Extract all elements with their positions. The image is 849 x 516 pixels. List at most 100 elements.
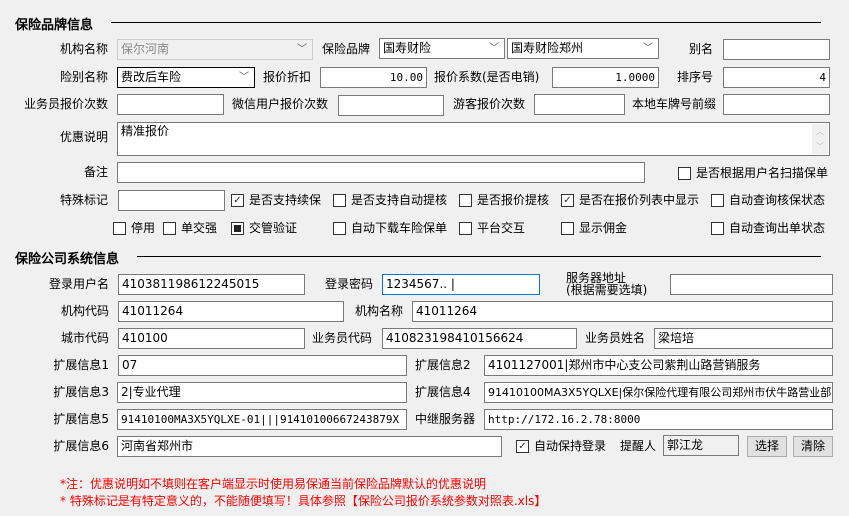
risk-name-label: 险别名称	[59, 70, 108, 84]
promo-desc-textarea[interactable]: 精准报价 ︿ ﹀	[117, 122, 830, 156]
checkbox-scan-by-username[interactable]: 是否根据用户名扫描保单	[678, 165, 828, 181]
checkbox-auto-download-policy[interactable]: 自动下载车险保单	[333, 220, 447, 236]
divider	[111, 22, 821, 23]
checkbox-label: 自动查询出单状态	[729, 221, 826, 235]
ext1-input[interactable]: 07	[118, 355, 407, 376]
remark-input[interactable]	[117, 162, 645, 183]
brand-label: 保险品牌	[322, 42, 371, 56]
checkbox-icon	[561, 221, 574, 235]
checkbox-label: 平台交互	[477, 221, 526, 235]
special-mark-input[interactable]	[118, 190, 225, 211]
scrollbar[interactable]: ︿ ﹀	[812, 124, 828, 154]
city-code-label: 城市代码	[60, 331, 109, 345]
ext6-input[interactable]: 河南省郑州市	[117, 436, 502, 457]
wechat-quote-count-label: 微信用户报价次数	[232, 97, 329, 111]
login-user-input[interactable]: 410381198612245015	[118, 274, 305, 295]
ext5-label: 扩展信息5	[53, 412, 109, 426]
checkmark-icon: ✓	[516, 439, 529, 453]
checkbox-label: 是否在报价列表中显示	[579, 193, 700, 207]
guest-quote-count-label: 游客报价次数	[453, 97, 526, 111]
checkbox-icon	[113, 221, 126, 235]
staff-code-input[interactable]: 410823198410156624	[382, 328, 577, 349]
ext3-label: 扩展信息3	[53, 385, 109, 399]
staff-quote-count-label: 业务员报价次数	[23, 97, 108, 111]
note-promo: *注：优惠说明如不填则在客户端显示时使用易保通当前保险品牌默认的优惠说明	[60, 477, 487, 491]
ext2-input[interactable]: 4101127001|郑州市中心支公司紫荆山路营销服务	[484, 355, 833, 376]
checkbox-label: 交管验证	[249, 221, 298, 235]
chevron-down-icon: ﹀	[297, 44, 307, 55]
checkbox-quote-submit[interactable]: 是否报价提核	[459, 192, 549, 208]
staff-code-label: 业务员代码	[312, 331, 373, 345]
checkbox-indeterminate-icon	[231, 221, 244, 235]
checkmark-icon: ✓	[231, 193, 244, 207]
clear-button[interactable]: 清除	[793, 436, 833, 457]
reminder-label: 提醒人	[620, 439, 657, 453]
coefficient-input[interactable]: 1.0000	[552, 67, 659, 88]
sort-no-label: 排序号	[676, 70, 713, 84]
checkbox-auto-submit[interactable]: 是否支持自动提核	[333, 192, 447, 208]
checkbox-show-in-list[interactable]: ✓ 是否在报价列表中显示	[561, 192, 699, 208]
staff-name-label: 业务员姓名	[585, 331, 646, 345]
org-name-label: 机构名称	[59, 42, 108, 56]
org-name-combo[interactable]: 保尔河南 ﹀	[117, 39, 313, 60]
ext3-input[interactable]: 2|专业代理	[117, 382, 407, 403]
city-code-input[interactable]: 410100	[118, 328, 305, 349]
checkbox-show-commission[interactable]: 显示佣金	[561, 220, 627, 236]
ext4-input[interactable]: 91410100MA3X5YQLXE|保尔保险代理有限公司郑州市伏牛路营业部	[484, 382, 833, 403]
checkbox-support-renewal[interactable]: ✓ 是否支持续保	[231, 192, 321, 208]
section-title-brand: 保险品牌信息	[15, 18, 94, 33]
checkbox-auto-query-underwriting[interactable]: 自动查询核保状态	[711, 192, 825, 208]
org-code-input[interactable]: 41011264	[118, 301, 344, 322]
risk-name-combo[interactable]: 费改后车险 ﹀	[117, 67, 255, 88]
section-title-system: 保险公司系统信息	[15, 252, 120, 267]
select-button[interactable]: 选择	[747, 436, 787, 457]
alias-label: 别名	[688, 42, 713, 56]
chevron-down-icon: ﹀	[239, 72, 249, 83]
note-special-mark: * 特殊标记是有特定意义的，不能随便填写！具体参照【保险公司报价系统参数对照表.…	[60, 494, 547, 508]
checkbox-compulsory-only[interactable]: 单交强	[163, 220, 217, 236]
checkbox-icon	[711, 193, 724, 207]
checkbox-auto-query-issuance[interactable]: 自动查询出单状态	[711, 220, 825, 236]
staff-quote-count-input[interactable]	[117, 94, 224, 115]
checkbox-label: 显示佣金	[579, 221, 628, 235]
coefficient-label: 报价系数(是否电销)	[434, 70, 540, 84]
checkbox-label: 是否根据用户名扫描保单	[696, 166, 829, 180]
checkbox-label: 单交强	[181, 221, 218, 235]
checkbox-label: 停用	[131, 221, 156, 235]
server-addr-input[interactable]	[670, 274, 833, 295]
sys-org-name-label: 机构名称	[355, 304, 404, 318]
wechat-quote-count-input[interactable]	[338, 95, 444, 116]
ext1-label: 扩展信息1	[53, 358, 109, 372]
checkbox-platform-interaction[interactable]: 平台交互	[459, 220, 525, 236]
checkbox-traffic-verify[interactable]: 交管验证	[231, 220, 297, 236]
checkbox-icon	[333, 193, 346, 207]
sort-no-input[interactable]: 4	[723, 67, 830, 88]
brand-value: 国寿财险	[383, 41, 432, 55]
org-code-label: 机构代码	[60, 304, 109, 318]
discount-input[interactable]: 10.00	[320, 67, 427, 88]
reminder-input: 郭江龙	[663, 435, 739, 456]
checkbox-label: 是否报价提核	[477, 193, 550, 207]
checkbox-label: 自动保持登录	[534, 439, 607, 453]
ext4-label: 扩展信息4	[415, 385, 471, 399]
login-pwd-input[interactable]: 1234567.. |	[382, 274, 540, 295]
alias-input[interactable]	[723, 39, 830, 60]
plate-prefix-input[interactable]	[723, 94, 830, 115]
checkbox-disabled[interactable]: 停用	[113, 220, 155, 236]
plate-prefix-label: 本地车牌号前缀	[632, 97, 717, 111]
promo-desc-label: 优惠说明	[59, 130, 108, 144]
checkbox-icon	[459, 221, 472, 235]
sys-org-name-input[interactable]: 41011264	[412, 301, 833, 322]
checkmark-icon: ✓	[561, 193, 574, 207]
brand-combo[interactable]: 国寿财险 ﹀	[379, 38, 505, 59]
relay-input[interactable]: http://172.16.2.78:8000	[484, 409, 833, 430]
ext5-input[interactable]: 91410100MA3X5YQLXE-01|||9141010066724387…	[117, 409, 407, 430]
guest-quote-count-input[interactable]	[534, 94, 625, 115]
staff-name-input[interactable]: 梁培培	[654, 328, 833, 349]
checkbox-icon	[163, 221, 176, 235]
checkbox-auto-keep-login[interactable]: ✓ 自动保持登录	[516, 438, 606, 454]
chevron-down-icon: ﹀	[643, 43, 653, 54]
sub-brand-combo[interactable]: 国寿财险郑州 ﹀	[507, 38, 659, 59]
divider	[137, 256, 821, 257]
server-addr-label: 服务器地址 (根据需要选填)	[566, 272, 647, 296]
